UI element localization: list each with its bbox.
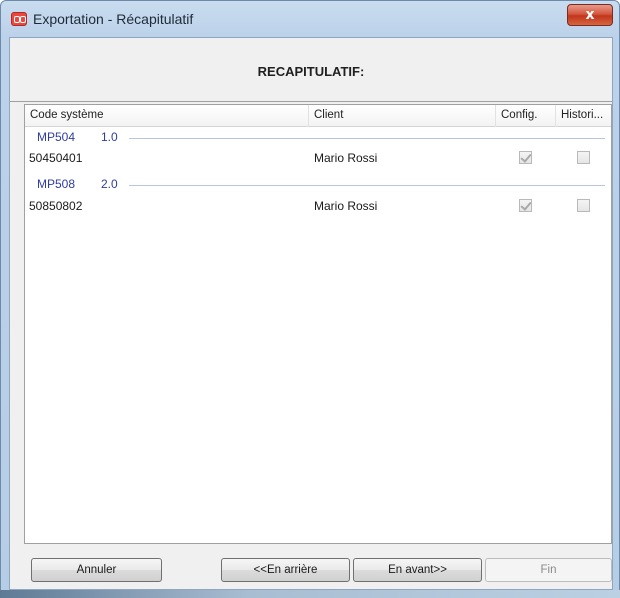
config-checkbox[interactable]	[519, 199, 532, 212]
summary-list[interactable]: Code système Client Config. Histori... M…	[24, 104, 612, 544]
column-historique[interactable]: Histori...	[556, 105, 611, 127]
config-checkbox[interactable]	[519, 151, 532, 164]
finish-button[interactable]: Fin	[485, 558, 612, 582]
column-client[interactable]: Client	[309, 105, 496, 127]
group-divider	[129, 138, 605, 139]
group-version: 1.0	[101, 130, 118, 144]
background-strip	[0, 590, 620, 598]
code-systeme-cell: 50450401	[29, 151, 83, 165]
historique-checkbox[interactable]	[577, 199, 590, 212]
group-header-mp504[interactable]: MP504 1.0	[25, 128, 611, 146]
table-row[interactable]: 50450401 Mario Rossi	[25, 147, 611, 169]
client-cell: Mario Rossi	[314, 199, 378, 213]
export-summary-window: Exportation - Récapitulatif x RECAPITULA…	[0, 0, 620, 598]
group-version: 2.0	[101, 177, 118, 191]
table-row[interactable]: 50850802 Mario Rossi	[25, 195, 611, 217]
title-bar[interactable]: Exportation - Récapitulatif x	[1, 1, 619, 37]
app-icon	[11, 12, 27, 26]
column-code-systeme[interactable]: Code système	[25, 105, 309, 127]
group-name: MP504	[37, 130, 76, 144]
back-button[interactable]: <<En arrière	[221, 558, 350, 582]
page-title: RECAPITULATIF:	[257, 64, 365, 79]
historique-checkbox[interactable]	[577, 151, 590, 164]
code-systeme-cell: 50850802	[29, 199, 83, 213]
header-panel: RECAPITULATIF:	[10, 38, 612, 102]
group-name: MP508	[37, 177, 76, 191]
column-header: Code système Client Config. Histori...	[25, 105, 611, 127]
dialog-body: RECAPITULATIF: Code système Client Confi…	[9, 37, 613, 590]
close-button[interactable]: x	[567, 4, 613, 26]
client-cell: Mario Rossi	[314, 151, 378, 165]
group-divider	[129, 185, 605, 186]
window-title: Exportation - Récapitulatif	[33, 11, 194, 27]
cancel-button[interactable]: Annuler	[31, 558, 162, 582]
group-header-mp508[interactable]: MP508 2.0	[25, 175, 611, 193]
column-config[interactable]: Config.	[496, 105, 556, 127]
next-button[interactable]: En avant>>	[353, 558, 482, 582]
